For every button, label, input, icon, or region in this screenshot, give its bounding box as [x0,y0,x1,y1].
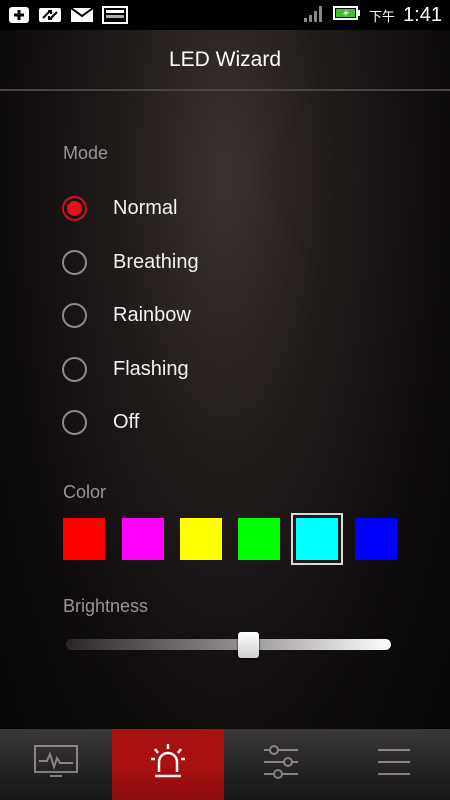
system-status: 下午 1:41 [303,0,442,30]
mail-icon [70,6,94,29]
mode-option-normal[interactable]: Normal [62,191,177,225]
color-label: Color [63,482,107,502]
sliders-icon [261,744,301,785]
page-title: LED Wizard [168,48,282,71]
brightness-slider-track[interactable] [66,639,391,650]
brightness-slider-thumb[interactable] [237,632,259,658]
ampm-indicator: 下午 [369,8,396,24]
clock: 1:41 [403,3,442,26]
mode-option-label: Breathing [113,250,199,273]
radio-breathing[interactable] [62,249,87,275]
color-swatch-green[interactable] [238,518,280,560]
mode-label: Mode [63,143,109,163]
mode-option-rainbow[interactable]: Rainbow [62,298,191,332]
color-swatch-cyan[interactable] [293,515,341,563]
battery-charging-icon [333,4,361,27]
title-bar: LED Wizard [0,30,450,90]
monitor-icon [33,744,79,785]
mode-option-label: Normal [113,196,178,219]
title-divider [0,89,450,91]
mode-option-breathing[interactable]: Breathing [62,245,199,279]
radio-normal[interactable] [62,195,87,221]
radio-rainbow[interactable] [62,302,87,328]
mode-option-label: Flashing [113,357,189,380]
color-swatch-blue[interactable] [355,518,397,560]
swap-icon [38,5,62,30]
radio-flashing[interactable] [62,356,87,382]
alarm-light-icon [148,742,188,787]
menu-icon [376,747,412,782]
notification-icons [8,5,128,30]
mode-option-off[interactable]: Off [62,405,139,439]
bottom-nav [0,729,450,800]
signal-icon [303,3,325,28]
keyboard-icon [102,5,128,30]
color-swatch-red[interactable] [63,518,105,560]
nav-settings[interactable] [225,729,337,800]
nav-menu[interactable] [338,729,450,800]
add-box-icon [8,5,30,30]
color-swatch-yellow[interactable] [180,518,222,560]
brightness-label: Brightness [63,596,149,616]
radio-off[interactable] [62,409,87,435]
mode-option-flashing[interactable]: Flashing [62,352,189,386]
color-swatch-magenta[interactable] [122,518,164,560]
nav-led-wizard[interactable] [112,729,224,800]
mode-option-label: Off [113,410,140,433]
status-bar: 下午 1:41 [0,0,450,30]
mode-option-label: Rainbow [113,303,191,326]
nav-monitor[interactable] [0,729,112,800]
